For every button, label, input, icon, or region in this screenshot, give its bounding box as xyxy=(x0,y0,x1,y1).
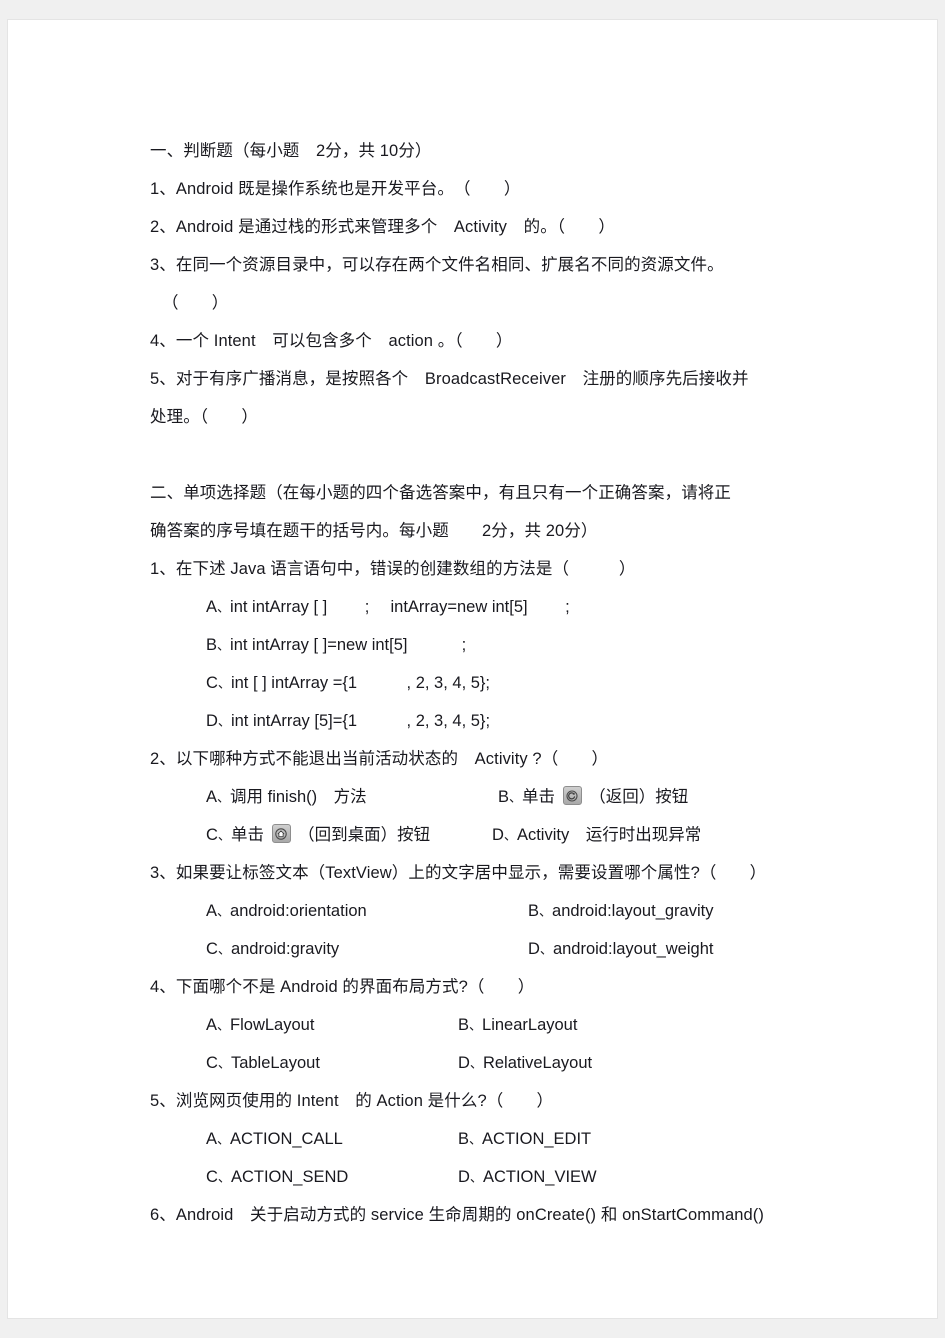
option-text: int intArray [ ]=new int[5] ; xyxy=(230,636,467,654)
question-4-stem: 4、下面哪个不是 Android 的界面布局方式?（ ） xyxy=(150,978,535,996)
option-text: 调用 finish() 方法 xyxy=(230,788,367,806)
section-2-heading-line-1: 二、单项选择题（在每小题的四个备选答案中，有且只有一个正确答案，请将正 xyxy=(150,484,731,502)
option-text: ACTION_CALL xyxy=(230,1130,343,1148)
question-2-options-row-1: A、调用 finish() 方法 B、单击 （返回）按钮 xyxy=(150,778,850,816)
option-text-before: 单击 xyxy=(230,826,269,844)
option-text: int intArray [ ] ; intArray=new int[5] ; xyxy=(230,598,570,616)
option-text: RelativeLayout xyxy=(482,1054,593,1072)
question-4-option-c[interactable]: C、TableLayout xyxy=(206,1044,320,1083)
question-1-option-b[interactable]: B、int intArray [ ]=new int[5] ; xyxy=(150,626,850,664)
option-text: TableLayout xyxy=(230,1054,320,1072)
section-1-item-2: 2、Android 是通过栈的形式来管理多个 Activity 的。（ ） xyxy=(150,218,615,236)
option-text: FlowLayout xyxy=(230,1016,315,1034)
option-text: int intArray [5]={1 , 2, 3, 4, 5}; xyxy=(230,712,491,730)
option-letter: C xyxy=(206,826,218,844)
option-letter: A xyxy=(206,902,218,920)
question-5-option-a[interactable]: A、ACTION_CALL xyxy=(206,1120,343,1159)
question-1-stem: 1、在下述 Java 语言语句中，错误的创建数组的方法是（ ） xyxy=(150,560,636,578)
question-5-options-row-1: A、ACTION_CALL B、ACTION_EDIT xyxy=(150,1120,850,1158)
question-2-option-c[interactable]: C、单击 （回到桌面）按钮 xyxy=(206,816,430,855)
question-3-stem: 3、如果要让标签文本（TextView）上的文字居中显示，需要设置哪个属性?（ … xyxy=(150,864,767,882)
option-text: ACTION_VIEW xyxy=(482,1168,597,1186)
option-letter: B xyxy=(458,1130,470,1148)
option-text: android:layout_gravity xyxy=(552,902,714,920)
option-letter: D xyxy=(458,1168,470,1186)
document-content: 一、判断题（每小题 2分，共 10分） 1、Android 既是操作系统也是开发… xyxy=(150,132,850,1234)
option-text: android:orientation xyxy=(230,902,367,920)
section-1-heading: 一、判断题（每小题 2分，共 10分） xyxy=(150,142,432,160)
option-letter: B xyxy=(498,788,510,806)
section-1-item-5-cont: 处理。（ ） xyxy=(150,408,258,426)
question-4-option-b[interactable]: B、LinearLayout xyxy=(458,1006,577,1045)
question-1-option-c[interactable]: C、int [ ] intArray ={1 , 2, 3, 4, 5}; xyxy=(150,664,850,702)
section-1-item-4: 4、一个 Intent 可以包含多个 action 。（ ） xyxy=(150,332,513,350)
question-3-option-b[interactable]: B、android:layout_gravity xyxy=(528,892,713,931)
option-letter: C xyxy=(206,940,218,958)
question-5-options-row-2: C、ACTION_SEND D、ACTION_VIEW xyxy=(150,1158,850,1196)
option-text-before: 单击 xyxy=(522,788,560,806)
option-letter: C xyxy=(206,1054,218,1072)
option-letter: A xyxy=(206,788,218,806)
question-2-stem: 2、以下哪种方式不能退出当前活动状态的 Activity ?（ ） xyxy=(150,750,609,768)
option-letter: B xyxy=(528,902,540,920)
option-letter: B xyxy=(206,636,218,654)
option-letter: A xyxy=(206,598,218,616)
option-letter: D xyxy=(528,940,540,958)
document-page: 一、判断题（每小题 2分，共 10分） 1、Android 既是操作系统也是开发… xyxy=(8,20,937,1318)
question-5-option-d[interactable]: D、ACTION_VIEW xyxy=(458,1158,597,1197)
option-letter: C xyxy=(206,1168,218,1186)
option-text: android:layout_weight xyxy=(552,940,714,958)
question-2-option-d[interactable]: D、Activity 运行时出现异常 xyxy=(492,816,701,855)
question-4-options-row-2: C、TableLayout D、RelativeLayout xyxy=(150,1044,850,1082)
option-letter: D xyxy=(206,712,218,730)
question-1-option-d[interactable]: D、int intArray [5]={1 , 2, 3, 4, 5}; xyxy=(150,702,850,740)
option-text: ACTION_EDIT xyxy=(482,1130,592,1148)
option-text-after: （返回）按钮 xyxy=(584,788,689,806)
question-4-options-row-1: A、FlowLayout B、LinearLayout xyxy=(150,1006,850,1044)
option-letter: A xyxy=(206,1130,218,1148)
option-text: int [ ] intArray ={1 , 2, 3, 4, 5}; xyxy=(230,674,491,692)
section-1-item-3-cont: （ ） xyxy=(162,294,229,312)
back-icon xyxy=(562,786,582,805)
question-4-option-a[interactable]: A、FlowLayout xyxy=(206,1006,314,1045)
question-1-option-a[interactable]: A、int intArray [ ] ; intArray=new int[5]… xyxy=(150,588,850,626)
option-text: Activity 运行时出现异常 xyxy=(516,826,702,844)
question-5-option-c[interactable]: C、ACTION_SEND xyxy=(206,1158,348,1197)
question-5-option-b[interactable]: B、ACTION_EDIT xyxy=(458,1120,591,1159)
section-1-item-1: 1、Android 既是操作系统也是开发平台。 （ ） xyxy=(150,180,521,198)
home-icon xyxy=(271,824,291,843)
section-1-item-5: 5、对于有序广播消息，是按照各个 BroadcastReceiver 注册的顺序… xyxy=(150,370,749,388)
question-3-options-row-1: A、android:orientation B、android:layout_g… xyxy=(150,892,850,930)
option-letter: D xyxy=(458,1054,470,1072)
question-2-option-b[interactable]: B、单击 （返回）按钮 xyxy=(498,778,688,817)
question-4-option-d[interactable]: D、RelativeLayout xyxy=(458,1044,592,1083)
option-letter: D xyxy=(492,826,504,844)
question-2-option-a[interactable]: A、调用 finish() 方法 xyxy=(206,778,367,817)
question-5-stem: 5、浏览网页使用的 Intent 的 Action 是什么?（ ） xyxy=(150,1092,554,1110)
option-letter: A xyxy=(206,1016,218,1034)
question-6-stem: 6、Android 关于启动方式的 service 生命周期的 onCreate… xyxy=(150,1206,764,1224)
option-text-after: （回到桌面）按钮 xyxy=(293,826,431,844)
question-3-option-a[interactable]: A、android:orientation xyxy=(206,892,367,931)
question-3-option-c[interactable]: C、android:gravity xyxy=(206,930,339,969)
section-1-item-3: 3、在同一个资源目录中，可以存在两个文件名相同、扩展名不同的资源文件。 xyxy=(150,256,724,274)
option-letter: C xyxy=(206,674,218,692)
question-3-option-d[interactable]: D、android:layout_weight xyxy=(528,930,713,969)
option-text: ACTION_SEND xyxy=(230,1168,349,1186)
option-text: LinearLayout xyxy=(482,1016,578,1034)
section-2-heading-line-2: 确答案的序号填在题干的括号内。每小题 2分，共 20分） xyxy=(150,522,598,540)
question-2-options-row-2: C、单击 （回到桌面）按钮 D、Activity 运行时出现异常 xyxy=(150,816,850,854)
question-3-options-row-2: C、android:gravity D、android:layout_weigh… xyxy=(150,930,850,968)
option-letter: B xyxy=(458,1016,470,1034)
option-text: android:gravity xyxy=(230,940,340,958)
